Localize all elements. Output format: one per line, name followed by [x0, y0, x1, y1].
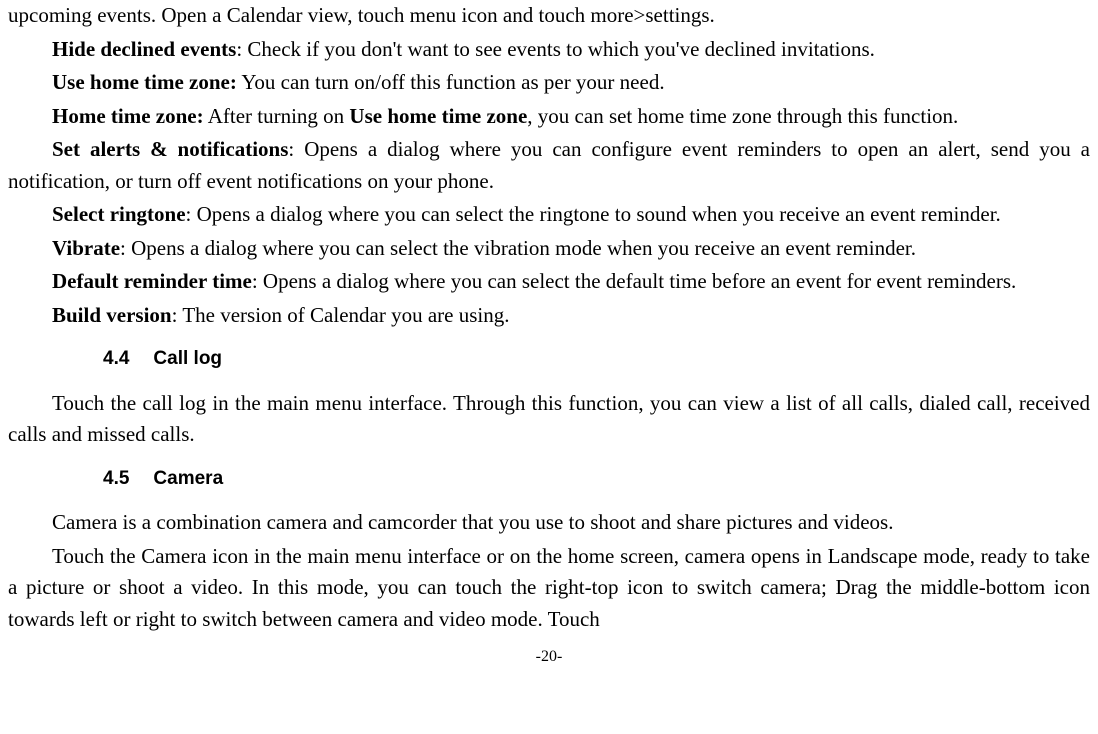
- page-number-text: -20-: [536, 648, 563, 665]
- label-use-home-tz: Use home time zone:: [52, 70, 237, 94]
- label-hide-declined: Hide declined events: [52, 37, 236, 61]
- paragraph-hide-declined: Hide declined events: Check if you don't…: [8, 34, 1090, 66]
- text-default-reminder: : Opens a dialog where you can select th…: [252, 269, 1016, 293]
- label-default-reminder: Default reminder time: [52, 269, 252, 293]
- text-build-version: : The version of Calendar you are using.: [172, 303, 510, 327]
- text-camera-body2: Touch the Camera icon in the main menu i…: [8, 544, 1090, 631]
- page-number: -20-: [8, 645, 1090, 669]
- paragraph-opening: upcoming events. Open a Calendar view, t…: [8, 0, 1090, 32]
- label-home-tz: Home time zone:: [52, 104, 204, 128]
- paragraph-camera-body1: Camera is a combination camera and camco…: [8, 507, 1090, 539]
- text-use-home-tz: You can turn on/off this function as per…: [237, 70, 665, 94]
- section-number-camera: 4.5: [103, 465, 129, 494]
- paragraph-vibrate: Vibrate: Opens a dialog where you can se…: [8, 233, 1090, 265]
- text-home-tz-mid: After turning on: [204, 104, 350, 128]
- section-title-camera: Camera: [153, 468, 223, 489]
- label-select-ringtone: Select ringtone: [52, 202, 186, 226]
- paragraph-build-version: Build version: The version of Calendar y…: [8, 300, 1090, 332]
- label-use-home-tz-inline: Use home time zone: [349, 104, 527, 128]
- text-select-ringtone: : Opens a dialog where you can select th…: [186, 202, 1001, 226]
- text-opening: upcoming events. Open a Calendar view, t…: [8, 3, 715, 27]
- paragraph-select-ringtone: Select ringtone: Opens a dialog where yo…: [8, 199, 1090, 231]
- label-set-alerts: Set alerts & notifications: [52, 137, 288, 161]
- section-number-call-log: 4.4: [103, 345, 129, 374]
- text-camera-body1: Camera is a combination camera and camco…: [52, 510, 893, 534]
- paragraph-camera-body2: Touch the Camera icon in the main menu i…: [8, 541, 1090, 636]
- paragraph-default-reminder: Default reminder time: Opens a dialog wh…: [8, 266, 1090, 298]
- document-page: upcoming events. Open a Calendar view, t…: [8, 0, 1090, 669]
- paragraph-home-tz: Home time zone: After turning on Use hom…: [8, 101, 1090, 133]
- text-call-log-body: Touch the call log in the main menu inte…: [8, 391, 1090, 447]
- text-home-tz-rest: , you can set home time zone through thi…: [527, 104, 958, 128]
- label-build-version: Build version: [52, 303, 172, 327]
- label-vibrate: Vibrate: [52, 236, 120, 260]
- paragraph-use-home-tz: Use home time zone: You can turn on/off …: [8, 67, 1090, 99]
- section-title-call-log: Call log: [153, 348, 222, 369]
- text-hide-declined: : Check if you don't want to see events …: [236, 37, 875, 61]
- paragraph-call-log-body: Touch the call log in the main menu inte…: [8, 388, 1090, 451]
- paragraph-set-alerts: Set alerts & notifications: Opens a dial…: [8, 134, 1090, 197]
- section-heading-call-log: 4.4 Call log: [103, 345, 1090, 374]
- text-vibrate: : Opens a dialog where you can select th…: [120, 236, 916, 260]
- section-heading-camera: 4.5 Camera: [103, 465, 1090, 494]
